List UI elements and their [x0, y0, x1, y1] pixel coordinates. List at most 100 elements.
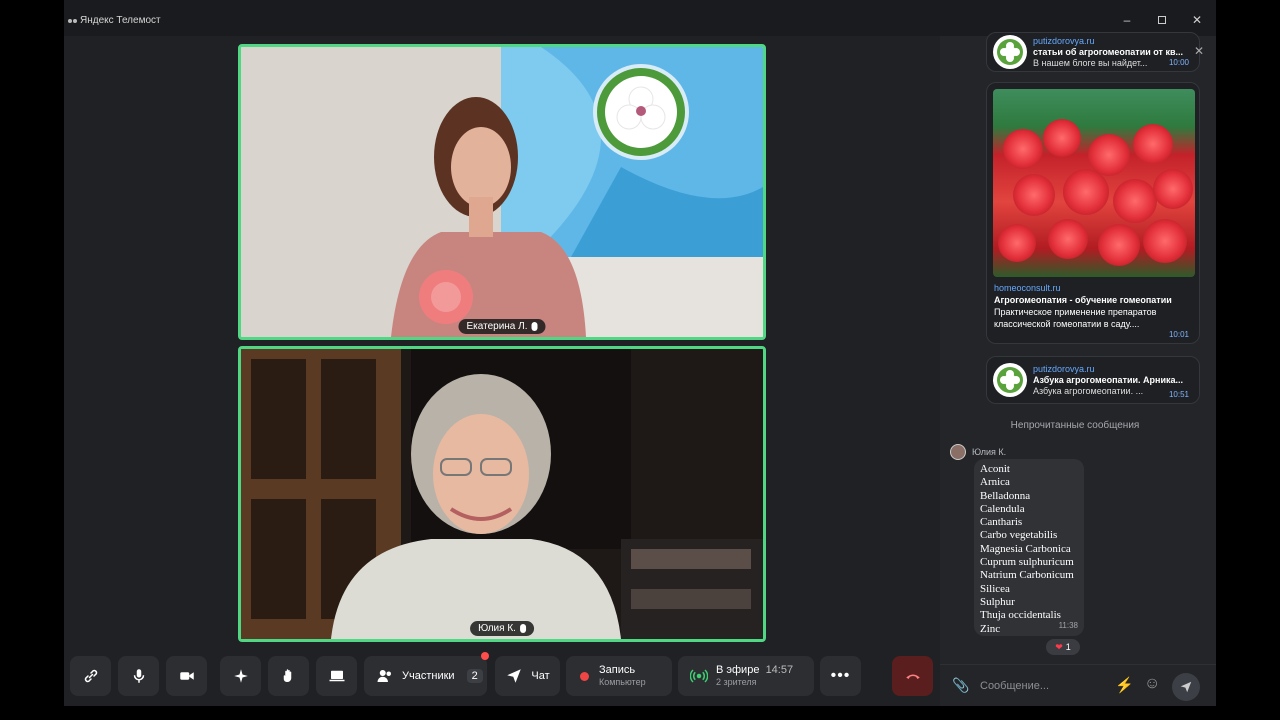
- end-call-button[interactable]: [892, 656, 933, 696]
- list-item: Natrium Carbonicum: [980, 569, 1074, 582]
- mic-on-icon: [519, 624, 526, 633]
- participant-video-1: [241, 47, 763, 337]
- microphone-icon: [133, 669, 144, 683]
- maximize-button[interactable]: [1152, 12, 1172, 28]
- remedy-list-message[interactable]: Aconit Arnica Belladonna Calendula Canth…: [974, 459, 1084, 636]
- minimize-button[interactable]: –: [1117, 12, 1137, 28]
- list-item: Silicea: [980, 582, 1010, 595]
- live-label: В эфире: [716, 664, 760, 676]
- raise-hand-button[interactable]: [268, 656, 309, 696]
- participant-name: Екатерина Л.: [466, 321, 528, 332]
- letterbox-left: [0, 0, 64, 720]
- close-window-button[interactable]: ✕: [1187, 12, 1207, 28]
- emoji-icon[interactable]: ☺: [1144, 675, 1160, 693]
- link-source[interactable]: putizdorovya.ru: [1033, 36, 1193, 47]
- list-item: Carbo vegetabilis: [980, 529, 1058, 542]
- broadcast-icon: [690, 669, 708, 683]
- list-item: Sulphur: [980, 595, 1015, 608]
- link-desc: Практическое применение препаратов: [994, 307, 1157, 317]
- live-viewers: 2 зрителя: [716, 677, 757, 687]
- reaction-count: 1: [1065, 642, 1071, 652]
- letterbox-right: [1216, 0, 1280, 720]
- list-item: Cantharis: [980, 516, 1023, 529]
- chat-input-bar: 📎 ⚡ ☺: [940, 664, 1216, 706]
- link-preview-message[interactable]: putizdorovya.ru Азбука агрогомеопатии. А…: [986, 356, 1200, 404]
- link-source[interactable]: putizdorovya.ru: [1033, 364, 1193, 375]
- heart-icon: ❤: [1055, 641, 1063, 652]
- record-sub: Компьютер: [599, 677, 646, 687]
- camera-button[interactable]: [166, 656, 207, 696]
- send-arrow-icon: [507, 669, 522, 683]
- reaction-badge[interactable]: ❤ 1: [1046, 639, 1080, 655]
- list-item: Aconit: [980, 463, 1010, 475]
- link-title: Агрогомеопатия - обучение гомеопатии: [994, 295, 1172, 305]
- video-tile-2[interactable]: Юлия К.: [238, 346, 766, 642]
- live-broadcast-button[interactable]: В эфире 14:57 2 зрителя: [678, 656, 814, 696]
- link-source[interactable]: homeoconsult.ru: [994, 282, 1194, 294]
- roses-photo: [993, 89, 1195, 277]
- window-title: Яндекс Телемост: [80, 15, 161, 26]
- message-input[interactable]: [980, 674, 1110, 698]
- message-time: 10:01: [1168, 330, 1189, 339]
- send-icon: [1180, 681, 1192, 693]
- record-button[interactable]: Запись Компьютер: [566, 656, 672, 696]
- bot-avatar: [993, 363, 1027, 397]
- video-tile-1[interactable]: Екатерина Л.: [238, 44, 766, 340]
- telemost-window: Яндекс Телемост – ✕ Екатерина Л. Юлия К.…: [64, 0, 1216, 706]
- unread-divider: Непрочитанные сообщения: [1010, 420, 1140, 431]
- maximize-icon: [1158, 16, 1166, 24]
- screen-share-icon: [329, 670, 344, 682]
- people-icon: [377, 670, 391, 682]
- live-time: 14:57: [765, 664, 794, 676]
- camera-icon: [179, 672, 194, 680]
- list-item: Calendula: [980, 502, 1025, 515]
- hand-icon: [283, 669, 291, 682]
- link-icon: [84, 669, 97, 683]
- participants-label: Участники: [402, 670, 455, 682]
- notification-dot: [481, 652, 489, 660]
- attach-icon[interactable]: 📎: [952, 677, 969, 694]
- lightning-icon[interactable]: ⚡: [1115, 676, 1134, 694]
- list-item: Belladonna: [980, 489, 1031, 502]
- link-title: Азбука агрогомеопатии. Арника...: [1033, 374, 1184, 385]
- chat-panel: putizdorovya.ru статьи об агрогомеопатии…: [940, 32, 1216, 706]
- participant-nameplate: Юлия К.: [470, 621, 534, 636]
- microphone-button[interactable]: [118, 656, 159, 696]
- bot-avatar: [993, 35, 1027, 69]
- effects-button[interactable]: [220, 656, 261, 696]
- video-stage: Екатерина Л. Юлия К.: [64, 36, 940, 656]
- chat-messages: putizdorovya.ru статьи об агрогомеопатии…: [940, 32, 1216, 656]
- participants-count: 2: [466, 669, 483, 683]
- message-time: 10:51: [1168, 390, 1189, 399]
- participant-video-2: [241, 349, 763, 639]
- list-item: Magnesia Carbonica: [980, 542, 1071, 555]
- sender-name: Юлия К.: [972, 447, 1007, 457]
- participant-nameplate: Екатерина Л.: [458, 319, 546, 334]
- message-time: 11:38: [1058, 620, 1078, 630]
- chat-button[interactable]: Чат: [495, 656, 560, 696]
- link-preview-message[interactable]: putizdorovya.ru статьи об агрогомеопатии…: [986, 32, 1200, 72]
- invite-link-button[interactable]: [70, 656, 111, 696]
- more-options-button[interactable]: •••: [820, 656, 861, 696]
- chat-label: Чат: [531, 670, 550, 682]
- sparkle-icon: [233, 669, 248, 683]
- link-desc: классической гомеопатии в саду....: [994, 319, 1140, 329]
- participants-button[interactable]: Участники 2: [364, 652, 489, 696]
- title-bar: Яндекс Телемост – ✕: [64, 0, 1216, 36]
- link-preview-photo-message[interactable]: homeoconsult.ru Агрогомеопатия - обучени…: [986, 82, 1200, 344]
- close-icon[interactable]: ✕: [1194, 44, 1204, 58]
- message-time: 10:00: [1168, 58, 1189, 67]
- message-sender: Юлия К.: [950, 444, 1006, 460]
- participant-name: Юлия К.: [478, 623, 516, 634]
- bottom-strip: [0, 706, 1280, 720]
- avatar: [950, 444, 966, 460]
- send-button[interactable]: [1172, 673, 1200, 701]
- record-dot-icon: [580, 671, 589, 681]
- record-label: Запись: [599, 664, 636, 676]
- list-item: Arnica: [980, 476, 1010, 489]
- app-logo-icon: [68, 17, 77, 24]
- list-item: Cuprum sulphuricum: [980, 556, 1074, 569]
- screen-share-button[interactable]: [316, 656, 357, 696]
- mic-on-icon: [531, 322, 538, 331]
- link-title: статьи об агрогомеопатии от кв...: [1033, 46, 1184, 57]
